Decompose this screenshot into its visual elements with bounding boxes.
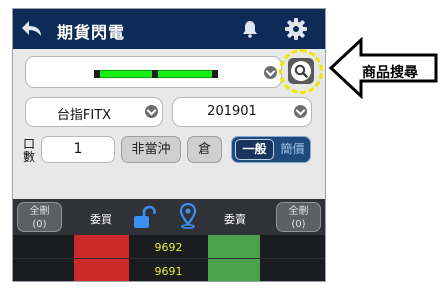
delete-all-count: (0) [32, 219, 47, 230]
bell-icon[interactable] [242, 20, 258, 38]
quantity-input[interactable]: 1 [41, 136, 115, 163]
price-cell[interactable]: 9692 [129, 241, 208, 254]
position-button[interactable]: 倉 [187, 136, 222, 163]
delete-all-sell-button[interactable]: 全刪 (0) [276, 202, 321, 232]
product-select[interactable] [25, 56, 282, 88]
location-pin-icon[interactable] [179, 203, 197, 229]
sell-column-header: 委賣 [224, 213, 246, 226]
row-divider [13, 258, 325, 259]
unlock-icon[interactable] [133, 205, 157, 229]
price-cell[interactable]: 9691 [129, 265, 208, 278]
redaction-bar [158, 70, 212, 78]
mode-toggle[interactable]: 一般 簡價 [231, 136, 311, 163]
back-arrow-icon[interactable] [21, 19, 43, 39]
quantity-label: 口數 [23, 137, 36, 164]
offset-button[interactable]: 非當沖 [121, 136, 181, 163]
delete-all-count: (0) [291, 219, 306, 230]
callout-label: 商品搜尋 [362, 65, 418, 81]
delete-all-buy-button[interactable]: 全刪 (0) [17, 202, 62, 232]
chevron-down-icon [145, 105, 158, 118]
redaction-bar [100, 70, 152, 78]
order-panel: 台指FITX 201901 口數 1 非當沖 倉 一般 簡價 [13, 49, 325, 199]
month-select[interactable]: 201901 [172, 97, 312, 127]
buy-column-header: 委買 [90, 213, 112, 226]
price-ladder: 9692 9691 [13, 235, 325, 281]
month-select-value: 201901 [207, 104, 257, 119]
mode-general-option[interactable]: 一般 [235, 139, 274, 160]
delete-all-label: 全刪 [29, 206, 50, 217]
chevron-down-icon [264, 66, 277, 79]
app-screen: 期貨閃電 台指FITX 201901 口數 1 非當沖 倉 一般 簡價 全刪 (… [12, 8, 326, 282]
stage: 期貨閃電 台指FITX 201901 口數 1 非當沖 倉 一般 簡價 全刪 (… [0, 0, 441, 296]
highlight-ring [279, 49, 323, 94]
gear-icon[interactable] [285, 18, 307, 40]
mode-simple-option[interactable]: 簡價 [276, 139, 309, 160]
ladder-header: 全刪 (0) 委買 委賣 全刪 (0) [13, 199, 325, 235]
contract-select-value: 台指FITX [56, 108, 112, 123]
contract-select[interactable]: 台指FITX [25, 97, 163, 127]
chevron-down-icon [294, 105, 307, 118]
page-title: 期貨閃電 [57, 23, 126, 42]
top-nav-bar: 期貨閃電 [13, 9, 325, 49]
delete-all-label: 全刪 [288, 206, 309, 217]
